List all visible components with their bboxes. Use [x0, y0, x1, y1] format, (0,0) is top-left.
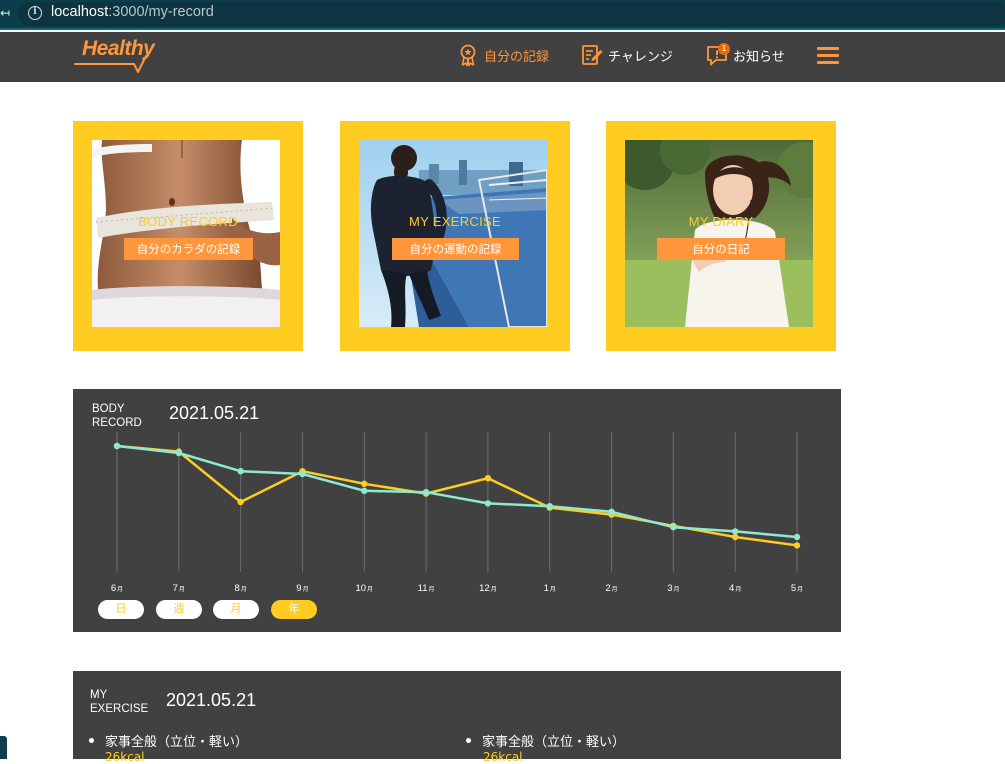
data-point	[546, 503, 553, 510]
my-exercise-date: 2021.05.21	[166, 690, 257, 710]
data-point	[670, 524, 677, 531]
range-button-day[interactable]: 日	[98, 600, 144, 619]
x-tick-label: 8月	[234, 583, 246, 594]
x-tick-label: 12月	[479, 583, 497, 594]
series-line-0	[116, 444, 798, 547]
x-tick-label: 11月	[418, 583, 435, 594]
side-tab	[0, 736, 7, 759]
bullet-icon	[89, 738, 94, 743]
data-point	[237, 468, 244, 475]
data-point	[113, 442, 121, 450]
data-point	[608, 508, 615, 515]
data-point	[731, 533, 739, 541]
range-button-week[interactable]: 週	[156, 600, 202, 619]
x-tick-label: 6月	[111, 583, 123, 594]
x-tick-label: 7月	[173, 583, 185, 594]
data-point	[484, 500, 492, 507]
x-tick-label: 10月	[355, 583, 373, 594]
data-point	[175, 449, 183, 457]
bullet-icon	[466, 738, 471, 743]
data-point	[299, 470, 306, 478]
data-point	[484, 475, 492, 482]
x-tick-label: 4月	[729, 583, 741, 594]
data-point	[793, 533, 801, 541]
my-exercise-label: MY EXERCISE	[90, 689, 149, 715]
body-record-chart: 6月 7月 8月 9月 10月 11月 12月 1月 2月 3月 4月 5月	[111, 432, 803, 594]
exercise-list-item: 家事全般（立位・軽い）	[89, 731, 248, 750]
range-button-month[interactable]: 月	[213, 600, 259, 619]
exercise-kcal: 26kcal	[483, 750, 523, 764]
x-tick-label: 2月	[605, 583, 617, 594]
exercise-list-item: 家事全般（立位・軽い）	[466, 731, 625, 750]
x-tick-label: 5月	[791, 583, 803, 594]
x-tick-label: 3月	[667, 583, 679, 594]
data-point	[361, 487, 368, 494]
range-button-year[interactable]: 年	[271, 600, 317, 619]
data-point	[793, 542, 801, 549]
x-tick-label: 1月	[544, 583, 556, 594]
data-point	[731, 528, 739, 535]
series-line-1	[116, 444, 798, 539]
data-point	[361, 480, 368, 487]
exercise-kcal: 26kcal	[105, 750, 145, 764]
x-tick-label: 9月	[296, 583, 308, 594]
data-point	[422, 489, 430, 496]
data-point	[237, 498, 244, 506]
